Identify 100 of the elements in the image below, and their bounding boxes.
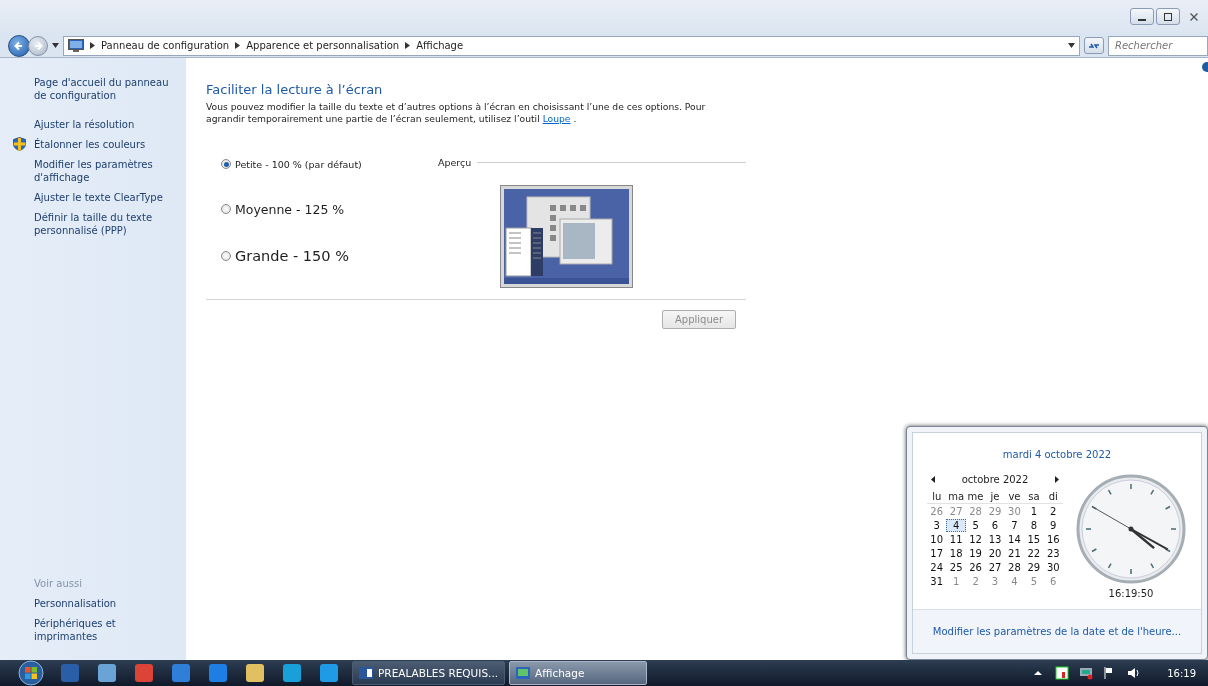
radio-button[interactable] <box>221 251 231 261</box>
calendar-day[interactable]: 19 <box>965 547 986 560</box>
option-label: Grande - 150 % <box>235 248 349 264</box>
taskbar-window-button[interactable]: Affichage <box>509 661 648 685</box>
sidebar-link[interactable]: Définir la taille du texte personnalisé (PPP) <box>34 211 178 237</box>
calendar-day[interactable]: 6 <box>985 519 1005 532</box>
calendar-day[interactable]: 21 <box>1004 547 1025 560</box>
chevron-icon <box>235 42 241 49</box>
calendar-day[interactable]: 16 <box>1043 533 1063 546</box>
search-field[interactable]: Rechercher <box>1108 35 1208 56</box>
calendar-day[interactable]: 14 <box>1004 533 1025 546</box>
maximize-icon <box>1164 12 1172 21</box>
chevron-icon <box>405 42 411 49</box>
calendar-day[interactable]: 3 <box>985 575 1005 588</box>
tray-app-icon[interactable] <box>1055 666 1070 680</box>
calendar-day[interactable]: 27 <box>946 505 966 518</box>
address-field[interactable]: Panneau de configuration Apparence et personnalisation Affichage <box>63 35 1080 56</box>
size-option[interactable]: Grande - 150 % <box>206 246 438 266</box>
volume-icon[interactable] <box>1127 666 1142 680</box>
maximize-button[interactable] <box>1156 8 1180 25</box>
option-label: Moyenne - 125 % <box>235 201 345 217</box>
calendar-day[interactable]: 26 <box>927 505 947 518</box>
calendar-day[interactable]: 30 <box>1004 505 1025 518</box>
sidebar-link[interactable]: Modifier les paramètres d'affichage <box>34 158 178 184</box>
calendar-day[interactable]: 1 <box>1024 505 1044 518</box>
minimize-icon <box>1138 18 1146 21</box>
breadcrumb[interactable]: Panneau de configuration <box>101 40 230 51</box>
network-icon[interactable] <box>1079 666 1094 680</box>
calendar-day[interactable]: 1 <box>946 575 966 588</box>
sidebar-link[interactable]: Périphériques et imprimantes <box>34 617 178 643</box>
weekday-label: sa <box>1024 491 1044 504</box>
magnifier-link[interactable]: Loupe <box>542 113 571 124</box>
calendar-day[interactable]: 26 <box>965 561 986 574</box>
calendar-day[interactable]: 29 <box>985 505 1005 518</box>
calendar-day[interactable]: 27 <box>985 561 1005 574</box>
sidebar-link[interactable]: Étalonner les couleurs <box>34 138 178 151</box>
minimize-button[interactable] <box>1130 8 1154 25</box>
breadcrumb[interactable]: Apparence et personnalisation <box>246 40 400 51</box>
size-option[interactable]: Moyenne - 125 % <box>206 200 438 218</box>
forward-arrow-icon <box>32 39 44 52</box>
weekday-label: ma <box>946 491 966 504</box>
dropdown-icon[interactable] <box>1068 43 1075 48</box>
calendar-day[interactable]: 17 <box>927 547 947 560</box>
calendar-day[interactable]: 20 <box>985 547 1005 560</box>
option-label: Petite - 100 % (par défaut) <box>235 158 362 170</box>
radio-button[interactable] <box>221 204 231 214</box>
next-month-button[interactable] <box>1053 474 1061 485</box>
calendar-day[interactable]: 3 <box>927 519 947 532</box>
calendar-day[interactable]: 5 <box>1024 575 1044 588</box>
calendar-day[interactable]: 25 <box>946 561 966 574</box>
clock-time: 16:19:50 <box>1108 588 1154 599</box>
calendar-day[interactable]: 8 <box>1024 519 1044 532</box>
description-text: Vous pouvez modifier la taille du texte et d’autres options à l’écran en choisissant l’une de ces options. Pour agrandir temporairement une partie de l’écran seulement, utilisez l’outil Loupe . <box>206 101 707 125</box>
dropdown-icon[interactable] <box>52 43 59 48</box>
page-heading: Faciliter la lecture à l’écran <box>206 82 384 97</box>
calendar-day[interactable]: 6 <box>1043 575 1063 588</box>
calendar-day[interactable]: 5 <box>965 519 986 532</box>
calendar-day[interactable]: 28 <box>965 505 986 518</box>
calendar-day[interactable]: 24 <box>927 561 947 574</box>
taskbar-clock[interactable]: 16:19 <box>1167 667 1196 679</box>
calendar-day[interactable]: 29 <box>1024 561 1044 574</box>
back-button[interactable] <box>8 34 30 57</box>
weekday-label: lu <box>927 491 947 504</box>
sidebar-link[interactable]: Ajuster le texte ClearType <box>34 191 178 204</box>
calendar-day[interactable]: 13 <box>985 533 1005 546</box>
sidebar-link[interactable]: Personnalisation <box>34 597 178 610</box>
date-link[interactable]: mardi 4 octobre 2022 <box>913 449 1201 460</box>
calendar-day[interactable]: 30 <box>1043 561 1063 574</box>
month-title[interactable]: octobre 2022 <box>961 474 1029 485</box>
monitor-icon <box>68 39 84 52</box>
calendar-day[interactable]: 2 <box>1043 505 1063 518</box>
calendar-day[interactable]: 4 <box>1004 575 1025 588</box>
weekday-label: ve <box>1004 491 1025 504</box>
previous-month-button[interactable] <box>929 474 937 485</box>
calendar-day[interactable]: 12 <box>965 533 986 546</box>
calendar-day[interactable]: 28 <box>1004 561 1025 574</box>
calendar-day[interactable]: 23 <box>1043 547 1063 560</box>
calendar-day[interactable]: 22 <box>1024 547 1044 560</box>
size-option[interactable]: Petite - 100 % (par défaut) <box>206 157 438 171</box>
document-icon <box>359 667 373 679</box>
radio-button[interactable] <box>221 159 231 169</box>
calendar-day[interactable]: 31 <box>927 575 947 588</box>
calendar-day[interactable]: 9 <box>1043 519 1063 532</box>
section-heading: Voir aussi <box>34 578 83 589</box>
back-arrow-icon <box>13 39 25 52</box>
breadcrumb[interactable]: Affichage <box>416 40 464 51</box>
weekday-label: me <box>965 491 986 504</box>
calendar-day[interactable]: 11 <box>946 533 966 546</box>
calendar-day[interactable]: 18 <box>946 547 966 560</box>
right-triangle-icon <box>1055 476 1059 483</box>
sidebar-link[interactable]: Page d'accueil du panneau de configuration <box>34 76 178 102</box>
calendar-day[interactable]: 10 <box>927 533 947 546</box>
refresh-button[interactable] <box>1084 37 1104 54</box>
calendar-day[interactable]: 4 <box>946 519 966 532</box>
calendar-day[interactable]: 7 <box>1004 519 1025 532</box>
calendar-day[interactable]: 15 <box>1024 533 1044 546</box>
weekday-label: je <box>985 491 1005 504</box>
taskbar-window-button[interactable]: PREALABLES REQUIS... <box>352 661 506 685</box>
display-icon <box>516 667 531 679</box>
sidebar-link[interactable]: Ajuster la résolution <box>34 118 178 131</box>
